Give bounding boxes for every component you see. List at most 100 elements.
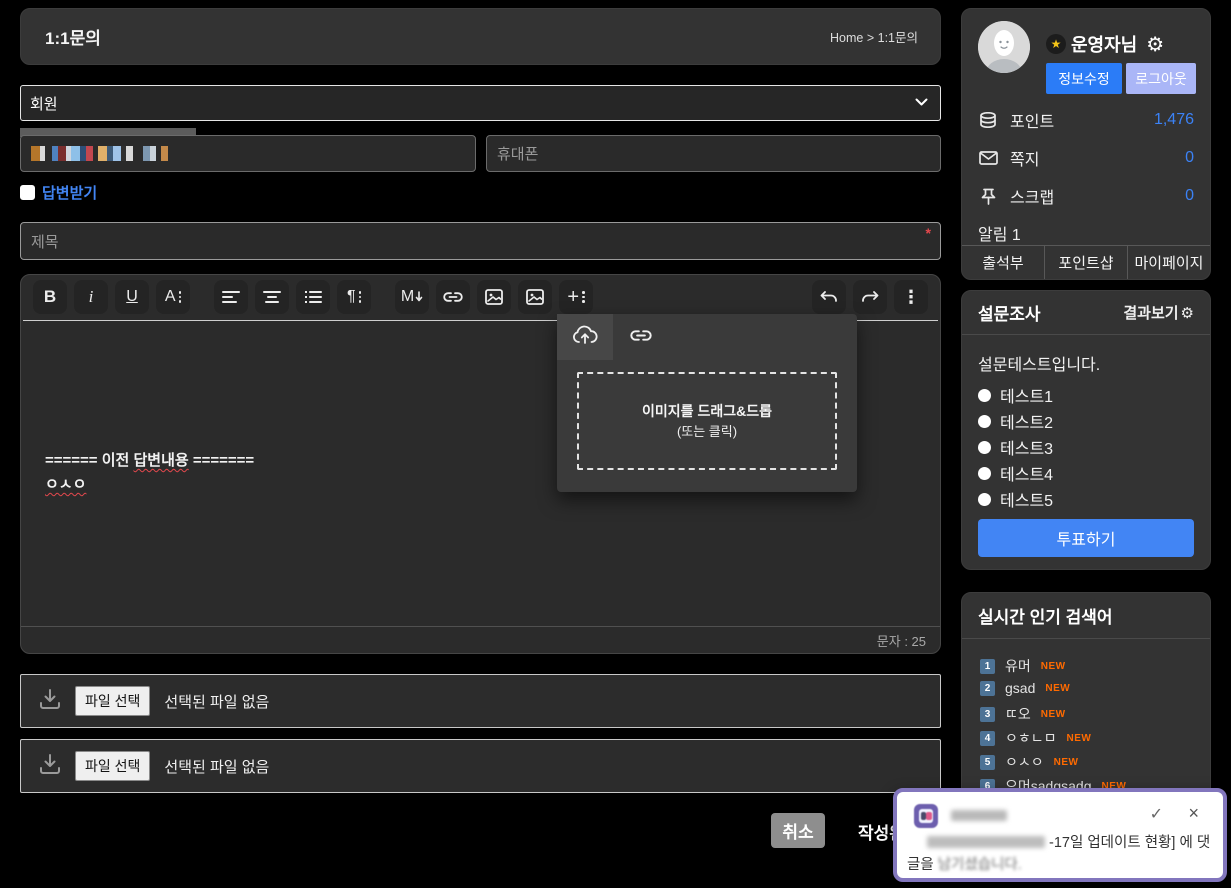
align-center-button[interactable] <box>255 280 289 314</box>
search-rank-item[interactable]: 3ㄸ오NEW <box>980 704 1066 724</box>
rank-badge: 5 <box>980 755 995 770</box>
page-title: 1:1문의 <box>45 24 101 49</box>
upload-tab[interactable] <box>557 314 613 360</box>
new-badge: NEW <box>1067 733 1092 744</box>
title-field[interactable]: 제목 * <box>20 222 941 260</box>
rank-badge: 3 <box>980 707 995 722</box>
email-field[interactable] <box>20 135 476 172</box>
file-status-text: 선택된 파일 없음 <box>164 691 269 712</box>
tab-point-shop[interactable]: 포인트샵 <box>1044 246 1127 279</box>
redo-button[interactable] <box>853 280 887 314</box>
link-button[interactable] <box>436 280 470 314</box>
editor-statusbar: 문자 : 25 <box>21 626 940 653</box>
answer-checkbox-label[interactable]: 답변받기 <box>42 182 97 203</box>
radio-icon <box>978 415 991 428</box>
new-badge: NEW <box>1041 709 1066 720</box>
username: 운영자님 <box>1071 31 1137 57</box>
popular-header: 실시간 인기 검색어 <box>962 593 1210 639</box>
editor-menu-button[interactable]: ⋮ <box>894 280 928 314</box>
dropzone-subtext: (또는 클릭) <box>677 422 737 442</box>
answer-checkbox[interactable] <box>20 185 35 200</box>
answer-checkbox-row: 답변받기 <box>20 183 97 201</box>
new-badge: NEW <box>1041 661 1066 672</box>
avatar[interactable] <box>978 21 1030 73</box>
points-row[interactable]: 포인트 1,476 <box>978 109 1194 131</box>
page: 1:1문의 Home > 1:1문의 회원 휴대폰 답변받기 제목 * B i … <box>0 0 1231 888</box>
notification-toast[interactable]: ✓ × -17일 업데이트 현황] 에 댓글을 남기셨습니다. <box>893 788 1227 882</box>
alert-link[interactable]: 알림 1 <box>978 221 1021 245</box>
cancel-button[interactable]: 취소 <box>771 813 825 848</box>
tab-attendance[interactable]: 출석부 <box>962 246 1044 279</box>
link-icon <box>630 328 652 346</box>
survey-option[interactable]: 테스트4 <box>978 461 1053 485</box>
markdown-button[interactable]: M <box>395 280 429 314</box>
scrap-row[interactable]: 스크랩 0 <box>978 185 1194 207</box>
gear-icon[interactable]: ⚙ <box>1146 32 1164 57</box>
file-select-button[interactable]: 파일 선택 <box>75 686 150 716</box>
survey-option[interactable]: 테스트1 <box>978 383 1053 407</box>
cloud-upload-icon <box>572 325 598 350</box>
link-tab[interactable] <box>613 314 669 360</box>
radio-icon <box>978 389 991 402</box>
char-count: 문자 : 25 <box>877 631 926 650</box>
radio-icon <box>978 467 991 480</box>
phone-placeholder: 휴대폰 <box>497 143 538 164</box>
image-dropzone[interactable]: 이미지를 드래그&드롭 (또는 클릭) <box>577 372 837 470</box>
survey-results-link[interactable]: 결과보기⚙ <box>1123 302 1194 323</box>
vote-button[interactable]: 투표하기 <box>978 519 1194 557</box>
image-button[interactable] <box>477 280 511 314</box>
font-style-button[interactable]: A <box>156 280 190 314</box>
check-icon[interactable]: ✓ <box>1150 804 1163 824</box>
rank-badge: 1 <box>980 659 995 674</box>
messages-value: 0 <box>1185 149 1194 167</box>
italic-button[interactable]: i <box>74 280 108 314</box>
profile-panel: ★ 운영자님 ⚙ 정보수정 로그아웃 포인트 1,476 쪽지 0 스크랩 0 … <box>961 8 1211 280</box>
search-rank-item[interactable]: 4ㅇㅎㄴㅁNEW <box>980 728 1091 748</box>
list-button[interactable] <box>296 280 330 314</box>
editor-text-line: ㅇㅅㅇ <box>45 473 86 497</box>
underline-button[interactable]: U <box>115 280 149 314</box>
logout-button[interactable]: 로그아웃 <box>1126 63 1196 94</box>
message-envelope-icon <box>978 151 998 165</box>
insert-more-button[interactable]: + <box>559 280 593 314</box>
phone-field[interactable]: 휴대폰 <box>486 135 941 172</box>
page-header: 1:1문의 Home > 1:1문의 <box>20 8 941 65</box>
gear-icon: ⚙ <box>1181 304 1194 322</box>
tab-my-page[interactable]: 마이페이지 <box>1127 246 1210 279</box>
new-badge: NEW <box>1045 683 1070 694</box>
search-rank-item[interactable]: 2gsadNEW <box>980 680 1070 696</box>
profile-tab-bar: 출석부 포인트샵 마이페이지 <box>962 245 1210 279</box>
paragraph-format-button[interactable]: ¶ <box>337 280 371 314</box>
redacted-email-mosaic <box>31 146 168 162</box>
dots-icon <box>179 291 182 303</box>
survey-option[interactable]: 테스트3 <box>978 435 1053 459</box>
file-status-text: 선택된 파일 없음 <box>164 756 269 777</box>
survey-option[interactable]: 테스트5 <box>978 487 1053 511</box>
category-select[interactable]: 회원 <box>20 85 941 121</box>
edit-info-button[interactable]: 정보수정 <box>1046 63 1122 94</box>
file-select-button[interactable]: 파일 선택 <box>75 751 150 781</box>
image-upload-popup: 이미지를 드래그&드롭 (또는 클릭) <box>557 314 857 492</box>
search-rank-item[interactable]: 5ㅇㅅㅇNEW <box>980 752 1078 772</box>
rich-text-editor: B i U A ¶ M + ⋮ ====== 이전 답변내용 ======= ㅇ… <box>20 274 941 654</box>
points-value: 1,476 <box>1154 111 1194 129</box>
redacted-text <box>927 836 1045 848</box>
rank-badge: 2 <box>980 681 995 696</box>
survey-header: 설문조사 결과보기⚙ <box>962 291 1210 335</box>
gallery-button[interactable] <box>518 280 552 314</box>
download-icon <box>39 754 61 779</box>
undo-button[interactable] <box>812 280 846 314</box>
breadcrumb[interactable]: Home > 1:1문의 <box>830 27 918 46</box>
search-rank-item[interactable]: 1유머NEW <box>980 656 1066 676</box>
bold-button[interactable]: B <box>33 280 67 314</box>
toast-body: -17일 업데이트 현황] 에 댓글을 남기셨습니다. <box>907 832 1213 876</box>
scrap-label: 스크랩 <box>1010 184 1173 208</box>
messages-row[interactable]: 쪽지 0 <box>978 147 1194 169</box>
survey-option[interactable]: 테스트2 <box>978 409 1053 433</box>
scrap-pin-icon <box>978 188 998 205</box>
file-upload-row: 파일 선택 선택된 파일 없음 <box>20 739 941 793</box>
dropzone-text: 이미지를 드래그&드롭 <box>642 400 772 422</box>
close-icon[interactable]: × <box>1188 803 1199 824</box>
align-left-button[interactable] <box>214 280 248 314</box>
survey-title: 설문조사 <box>978 300 1041 325</box>
